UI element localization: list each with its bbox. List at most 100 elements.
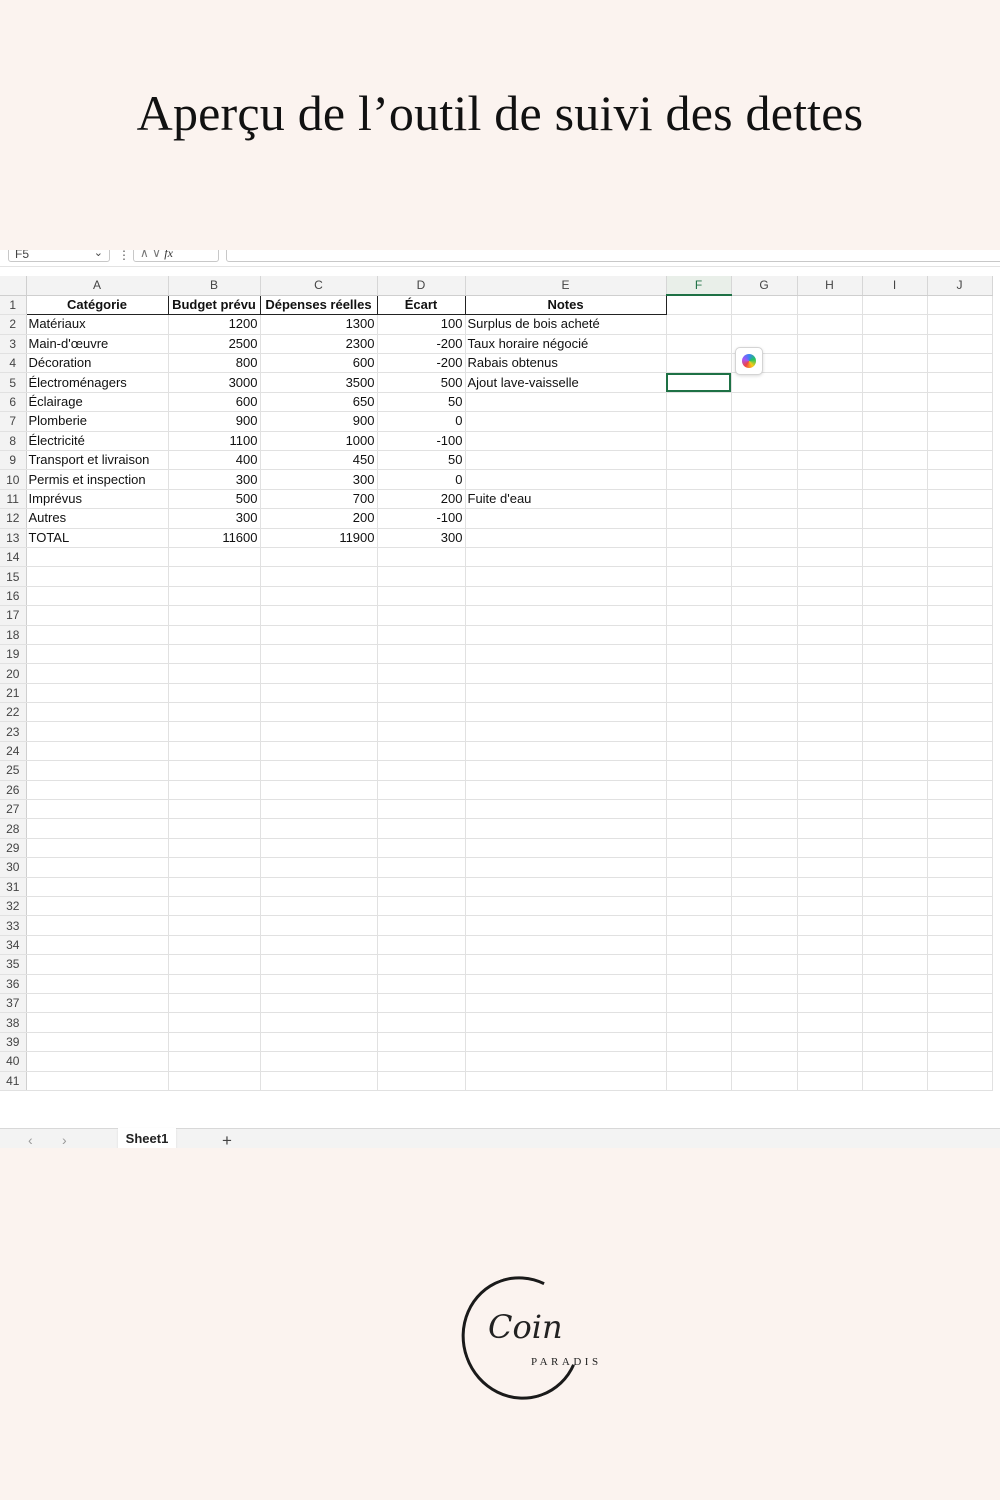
cell[interactable] — [666, 857, 732, 878]
cell[interactable] — [168, 915, 261, 936]
cell[interactable] — [927, 663, 993, 684]
cell[interactable] — [26, 683, 169, 704]
column-header-i[interactable]: I — [862, 276, 928, 296]
cell[interactable] — [465, 625, 667, 645]
cell[interactable] — [26, 954, 169, 975]
cell[interactable] — [797, 896, 863, 917]
cell[interactable]: 1000 — [260, 431, 378, 452]
cell[interactable] — [260, 974, 378, 994]
cell[interactable] — [168, 838, 261, 859]
cell[interactable] — [862, 954, 928, 975]
cell[interactable] — [666, 935, 732, 956]
cell[interactable]: 1100 — [168, 431, 261, 452]
cell[interactable] — [797, 702, 863, 723]
cell[interactable] — [731, 877, 798, 898]
cell[interactable] — [26, 838, 169, 859]
cell[interactable] — [862, 857, 928, 878]
cell[interactable] — [465, 528, 667, 548]
cell[interactable] — [666, 528, 732, 548]
cell[interactable] — [260, 993, 378, 1014]
cell[interactable] — [862, 741, 928, 762]
cell[interactable] — [797, 780, 863, 801]
cell[interactable] — [168, 644, 261, 665]
cell[interactable] — [862, 489, 928, 510]
cell[interactable] — [797, 528, 863, 548]
row-header[interactable]: 12 — [0, 508, 27, 529]
row-header[interactable]: 5 — [0, 372, 27, 393]
cell[interactable] — [465, 935, 667, 956]
cell[interactable]: 3500 — [260, 372, 378, 393]
cell[interactable] — [731, 314, 798, 335]
cell[interactable] — [927, 935, 993, 956]
cell[interactable]: Rabais obtenus — [465, 353, 667, 374]
cell[interactable] — [377, 780, 466, 801]
cell[interactable]: Électricité — [26, 431, 169, 452]
row-header[interactable]: 16 — [0, 586, 27, 607]
cell[interactable] — [377, 1032, 466, 1053]
cell[interactable] — [862, 431, 928, 452]
row-header[interactable]: 18 — [0, 625, 27, 645]
cell[interactable]: TOTAL — [26, 528, 169, 548]
column-header-h[interactable]: H — [797, 276, 863, 296]
cell[interactable] — [731, 625, 798, 645]
row-header[interactable]: 37 — [0, 993, 27, 1014]
cell[interactable] — [731, 896, 798, 917]
cell[interactable] — [465, 993, 667, 1014]
cell[interactable] — [797, 566, 863, 587]
chevron-left-icon[interactable]: ‹ — [28, 1132, 33, 1148]
cell[interactable]: Plomberie — [26, 411, 169, 432]
cell[interactable] — [666, 838, 732, 859]
cell[interactable] — [260, 605, 378, 626]
cell[interactable] — [797, 431, 863, 452]
cell[interactable] — [26, 644, 169, 665]
cell[interactable] — [666, 314, 732, 335]
cell[interactable] — [666, 877, 732, 898]
cell[interactable] — [927, 954, 993, 975]
cell[interactable] — [927, 1051, 993, 1072]
cell[interactable] — [927, 528, 993, 548]
cell[interactable] — [260, 857, 378, 878]
cell[interactable] — [377, 1071, 466, 1091]
cell[interactable] — [797, 372, 863, 393]
cell[interactable] — [797, 605, 863, 626]
cell[interactable] — [927, 896, 993, 917]
column-header-g[interactable]: G — [731, 276, 798, 296]
cell[interactable] — [862, 683, 928, 704]
cell[interactable] — [26, 721, 169, 742]
cell[interactable]: 0 — [377, 469, 466, 490]
cell[interactable] — [862, 295, 928, 316]
row-header[interactable]: 3 — [0, 334, 27, 355]
cell[interactable] — [927, 372, 993, 393]
cell[interactable]: -200 — [377, 353, 466, 374]
cell[interactable] — [666, 993, 732, 1014]
cell[interactable] — [168, 586, 261, 607]
cell[interactable] — [465, 877, 667, 898]
cell[interactable] — [862, 566, 928, 587]
cell[interactable] — [731, 586, 798, 607]
cell[interactable] — [26, 760, 169, 781]
row-header[interactable]: 27 — [0, 799, 27, 820]
cell[interactable] — [377, 644, 466, 665]
cell[interactable] — [377, 857, 466, 878]
column-header-f[interactable]: F — [666, 276, 732, 297]
cell[interactable] — [731, 489, 798, 510]
cell[interactable] — [168, 877, 261, 898]
cell[interactable]: Surplus de bois acheté — [465, 314, 667, 335]
row-header[interactable]: 23 — [0, 721, 27, 742]
cell[interactable] — [666, 334, 732, 355]
chevron-right-icon[interactable]: › — [62, 1132, 67, 1148]
cell[interactable] — [862, 469, 928, 490]
cell[interactable] — [666, 1032, 732, 1053]
cell[interactable]: 900 — [168, 411, 261, 432]
cell[interactable] — [465, 1012, 667, 1033]
cell[interactable] — [797, 411, 863, 432]
cell[interactable] — [927, 818, 993, 839]
cell[interactable] — [666, 431, 732, 452]
cell[interactable] — [260, 663, 378, 684]
cell[interactable] — [260, 896, 378, 917]
cell[interactable]: Transport et livraison — [26, 450, 169, 471]
cell[interactable] — [26, 702, 169, 723]
cell[interactable] — [862, 663, 928, 684]
cell[interactable]: 650 — [260, 392, 378, 413]
cell[interactable] — [927, 838, 993, 859]
